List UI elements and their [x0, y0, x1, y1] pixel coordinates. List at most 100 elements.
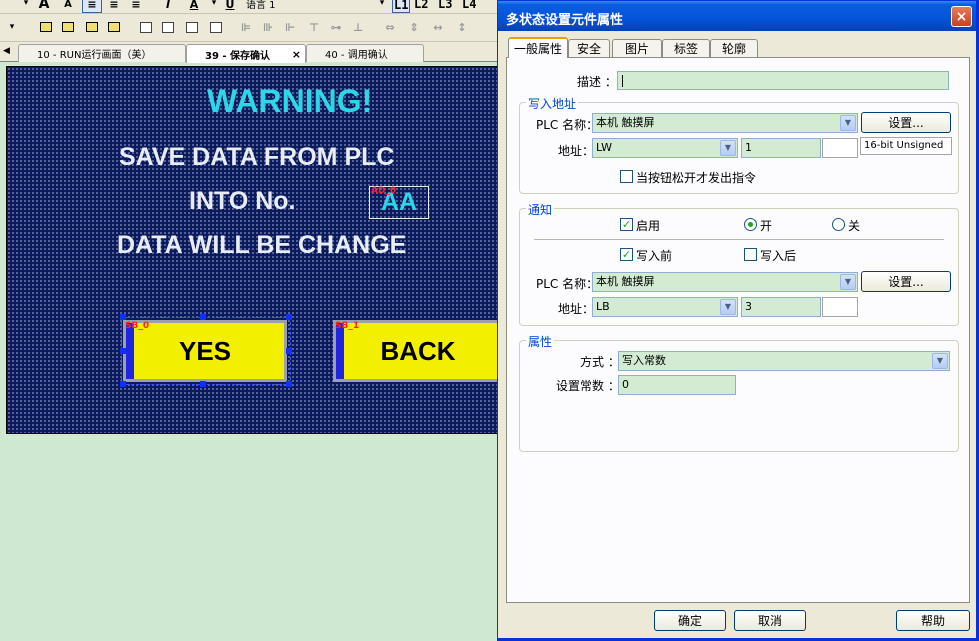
- notify-address-value-input[interactable]: 3: [741, 297, 821, 317]
- data-change-text[interactable]: DATA WILL BE CHANGE: [117, 231, 406, 260]
- move-right-button[interactable]: [206, 18, 226, 36]
- dropdown-arrow-icon[interactable]: ▼: [720, 299, 736, 315]
- ungroup-button[interactable]: [58, 18, 78, 36]
- help-button[interactable]: 帮助: [896, 610, 970, 631]
- dropdown-arrow-icon[interactable]: ▼: [932, 353, 948, 369]
- same-width-icon: ↔: [433, 20, 443, 34]
- address-type-value: LW: [596, 141, 612, 154]
- resize-handle[interactable]: [120, 314, 126, 320]
- plc-settings-button[interactable]: 设置...: [861, 112, 951, 133]
- enable-checkbox[interactable]: ✓: [620, 218, 633, 231]
- close-tab-icon[interactable]: ×: [292, 48, 301, 61]
- mode-select[interactable]: 写入常数 ▼: [618, 351, 950, 371]
- tab-screen-10[interactable]: 10 - RUN运行画面（美）: [18, 44, 186, 62]
- notify-group: 通知 ✓ 启用 开 关 ✓ 写入前 写入后 PLC 名称： 本机 触摸屏 ▼ 设…: [519, 201, 959, 326]
- notify-settings-button[interactable]: 设置...: [861, 271, 951, 292]
- tab-label: 40 - 调用确认: [325, 50, 388, 61]
- tab-security[interactable]: 安全: [568, 39, 610, 57]
- move-up-button[interactable]: [136, 18, 156, 36]
- level-l4-button[interactable]: L4: [462, 0, 476, 11]
- font-larger-button[interactable]: A: [34, 0, 54, 13]
- group-button[interactable]: [36, 18, 56, 36]
- notify-title: 通知: [526, 201, 555, 218]
- move-right-icon: [210, 21, 222, 33]
- dropdown-arrow-icon[interactable]: ▼: [720, 140, 736, 156]
- notify-divider: [534, 239, 944, 240]
- tab-general[interactable]: 一般属性: [508, 37, 568, 58]
- italic-button[interactable]: I: [158, 0, 178, 13]
- level-l3-button[interactable]: L3: [438, 0, 452, 11]
- language-select[interactable]: 语言 1: [246, 0, 366, 11]
- address-type-select[interactable]: LW ▼: [592, 138, 738, 158]
- align-hcenter-button[interactable]: ⊪: [258, 18, 278, 36]
- notify-address-type-select[interactable]: LB ▼: [592, 297, 738, 317]
- description-input[interactable]: [617, 71, 949, 90]
- tab-picture[interactable]: 图片: [612, 39, 662, 57]
- warning-title[interactable]: WARNING!: [207, 83, 372, 120]
- save-data-text[interactable]: SAVE DATA FROM PLC: [119, 143, 394, 172]
- radio-off[interactable]: [832, 218, 845, 231]
- send-back-button[interactable]: [104, 18, 124, 36]
- distribute-v-button[interactable]: ⇕: [404, 18, 424, 36]
- font-color-button[interactable]: A: [184, 0, 204, 13]
- align-left-button[interactable]: ≡: [82, 0, 102, 13]
- release-trigger-checkbox[interactable]: [620, 170, 633, 183]
- bring-front-button[interactable]: [82, 18, 102, 36]
- tab-outline[interactable]: 轮廓: [710, 39, 758, 57]
- same-height-button[interactable]: ↕: [452, 18, 472, 36]
- address-value-input[interactable]: 1: [741, 138, 821, 158]
- tab-scroll-left-icon[interactable]: ◀: [3, 46, 10, 56]
- constant-input[interactable]: 0: [618, 375, 736, 395]
- align-center-button[interactable]: ≡: [104, 0, 124, 13]
- level-l1-button[interactable]: L1: [392, 0, 411, 13]
- tab-screen-39[interactable]: 39 - 保存确认 ×: [186, 44, 306, 63]
- before-write-checkbox[interactable]: ✓: [620, 248, 633, 261]
- resize-handle[interactable]: [200, 314, 206, 320]
- align-top-button[interactable]: ⊤: [304, 18, 324, 36]
- cancel-button[interactable]: 取消: [734, 610, 806, 631]
- resize-handle[interactable]: [286, 314, 292, 320]
- same-width-button[interactable]: ↔: [428, 18, 448, 36]
- resize-handle[interactable]: [286, 381, 292, 387]
- dropdown-arrow-icon[interactable]: ▼: [840, 274, 856, 290]
- dropdown-arrow-icon[interactable]: ▾: [16, 0, 36, 12]
- attributes-title: 属性: [526, 333, 555, 350]
- resize-handle[interactable]: [120, 348, 126, 354]
- resize-handle[interactable]: [120, 381, 126, 387]
- window-tab-bar: ◀ 10 - RUN运行画面（美） 39 - 保存确认 × 40 - 调用确认: [0, 42, 500, 63]
- notify-address-index-input[interactable]: [822, 297, 858, 317]
- font-smaller-button[interactable]: A: [58, 0, 78, 13]
- tab-screen-40[interactable]: 40 - 调用确认: [306, 44, 424, 62]
- resize-handle[interactable]: [286, 348, 292, 354]
- move-left-button[interactable]: [182, 18, 202, 36]
- ok-button[interactable]: 确定: [654, 610, 726, 631]
- plc-name-select[interactable]: 本机 触摸屏 ▼: [592, 113, 858, 133]
- design-canvas[interactable]: WARNING! SAVE DATA FROM PLC INTO No. AA …: [6, 66, 500, 434]
- close-button[interactable]: ×: [951, 6, 972, 27]
- radio-on[interactable]: [744, 218, 757, 231]
- layout-toolbar: ▾ ⊫ ⊪ ⊩ ⊤ ⊶ ⊥ ⇔ ⇕ ↔ ↕: [0, 14, 500, 42]
- into-no-text[interactable]: INTO No.: [189, 187, 295, 216]
- align-bottom-button[interactable]: ⊥: [348, 18, 368, 36]
- align-right-edge-button[interactable]: ⊩: [280, 18, 300, 36]
- align-left-edge-button[interactable]: ⊫: [236, 18, 256, 36]
- notify-plc-name-select[interactable]: 本机 触摸屏 ▼: [592, 272, 858, 292]
- address-index-input[interactable]: [822, 138, 858, 158]
- move-down-button[interactable]: [158, 18, 178, 36]
- after-write-checkbox[interactable]: [744, 248, 757, 261]
- tab-label[interactable]: 标签: [662, 39, 710, 57]
- underline-button[interactable]: U: [220, 0, 240, 13]
- dialog-titlebar[interactable]: 多状态设置元件属性 ×: [498, 1, 976, 31]
- toolbar-overflow-icon[interactable]: ▾: [2, 18, 22, 36]
- language-dropdown-icon[interactable]: ▾: [372, 0, 392, 12]
- level-l2-button[interactable]: L2: [414, 0, 428, 11]
- align-right-button[interactable]: ≡: [126, 0, 146, 13]
- dropdown-arrow-icon[interactable]: ▼: [840, 115, 856, 131]
- radio-off-label: 关: [848, 219, 861, 233]
- distribute-h-button[interactable]: ⇔: [380, 18, 400, 36]
- align-right-edge-icon: ⊩: [284, 20, 296, 34]
- align-vcenter-button[interactable]: ⊶: [326, 18, 346, 36]
- resize-handle[interactable]: [200, 381, 206, 387]
- distribute-h-icon: ⇔: [385, 20, 395, 34]
- close-icon: ×: [955, 8, 968, 25]
